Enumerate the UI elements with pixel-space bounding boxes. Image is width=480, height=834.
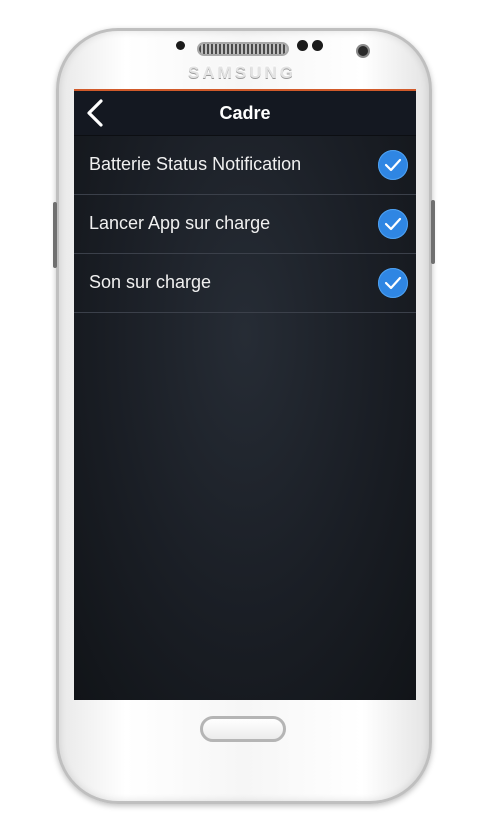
earpiece-speaker [197, 42, 289, 56]
checkbox-battery-notification[interactable] [378, 150, 408, 180]
brand-logo: SAMSUNG [188, 63, 296, 82]
checkbox-launch-app[interactable] [378, 209, 408, 239]
setting-row-launch-app[interactable]: Lancer App sur charge [74, 195, 416, 254]
sensor-dot [312, 40, 323, 51]
setting-row-sound-on-charge[interactable]: Son sur charge [74, 254, 416, 313]
home-button[interactable] [200, 716, 286, 742]
setting-label: Lancer App sur charge [89, 213, 271, 233]
screen: Cadre Batterie Status Notification Lance… [74, 89, 416, 700]
light-sensor [297, 40, 308, 51]
checkmark-icon [384, 276, 402, 290]
proximity-sensor [176, 41, 185, 50]
action-bar: Cadre [74, 91, 416, 136]
checkmark-icon [384, 217, 402, 231]
volume-button [53, 202, 57, 268]
setting-label: Batterie Status Notification [89, 154, 302, 174]
checkbox-sound-on-charge[interactable] [378, 268, 408, 298]
setting-label: Son sur charge [89, 272, 212, 292]
setting-row-battery-notification[interactable]: Batterie Status Notification [74, 136, 416, 195]
front-camera [358, 46, 368, 56]
checkmark-icon [384, 158, 402, 172]
page-title: Cadre [219, 103, 271, 123]
power-button [431, 200, 435, 264]
